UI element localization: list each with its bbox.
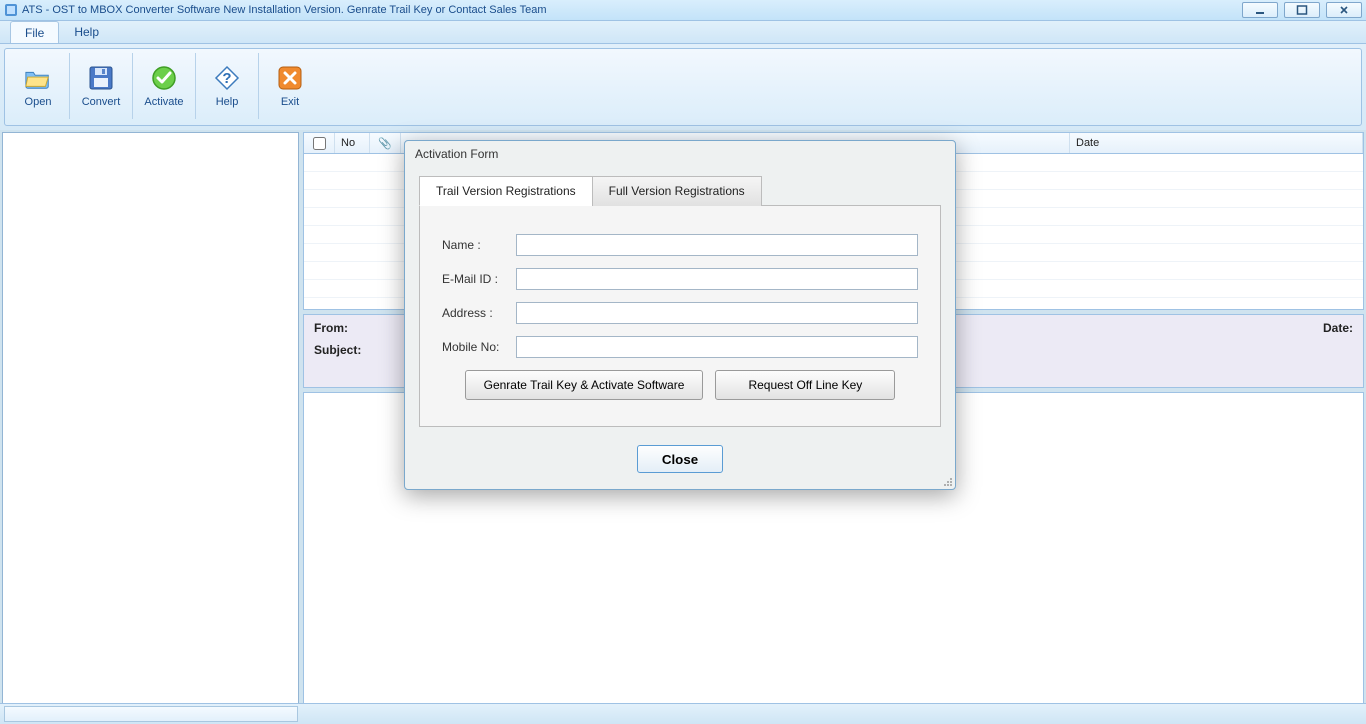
name-label: Name : [442,238,516,252]
mobile-input[interactable] [516,336,918,358]
tab-full-version[interactable]: Full Version Registrations [592,176,762,206]
tab-panel-trail: Name : E-Mail ID : Address : Mobile No: … [419,206,941,427]
name-input[interactable] [516,234,918,256]
tab-trail-version[interactable]: Trail Version Registrations [419,176,593,206]
address-input[interactable] [516,302,918,324]
address-label: Address : [442,306,516,320]
request-offline-key-button[interactable]: Request Off Line Key [715,370,895,400]
email-label: E-Mail ID : [442,272,516,286]
generate-key-button[interactable]: Genrate Trail Key & Activate Software [465,370,704,400]
resize-grip-icon[interactable] [941,475,953,487]
activation-dialog: Activation Form Trail Version Registrati… [404,140,956,490]
dialog-title: Activation Form [405,141,955,167]
email-input[interactable] [516,268,918,290]
dialog-overlay: Activation Form Trail Version Registrati… [0,0,1366,724]
dialog-tabs: Trail Version Registrations Full Version… [419,175,941,206]
dialog-close-button[interactable]: Close [637,445,723,473]
mobile-label: Mobile No: [442,340,516,354]
